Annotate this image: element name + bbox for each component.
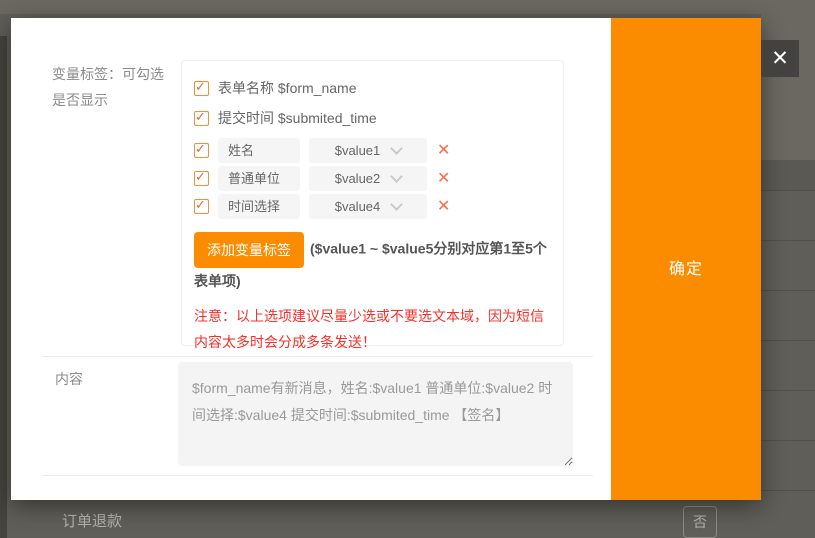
variable-select-value: $value4 <box>335 199 381 214</box>
sms-content-textarea[interactable]: $form_name有新消息，姓名:$value1 普通单位:$value2 时… <box>178 362 573 466</box>
variable-select[interactable]: $value2 <box>309 166 427 191</box>
background-header-strip <box>0 0 815 14</box>
background-table-row-line <box>761 290 815 291</box>
section-divider <box>42 356 593 357</box>
remove-icon[interactable]: ✕ <box>437 199 450 215</box>
field-name-box: 时间选择 <box>218 194 300 219</box>
background-sidebar-strip <box>0 36 7 538</box>
background-table-row-line <box>761 390 815 391</box>
sms-warning-text: 注意：以上选项建议尽量少选或不要选文本域，因为短信内容太多时会分成多条发送！ <box>194 303 549 355</box>
checkbox-field-2[interactable] <box>194 171 209 186</box>
variable-tags-label: 变量标签：可勾选是否显示 <box>52 61 167 113</box>
background-table-row-line <box>761 240 815 241</box>
background-table-row-shade <box>761 161 815 190</box>
checkbox-field-1[interactable] <box>194 143 209 158</box>
tag-row-submit-time: 提交时间 $submited_time <box>194 108 549 128</box>
tag-row-form-name: 表单名称 $form_name <box>194 78 549 98</box>
confirm-button[interactable]: 确定 <box>611 18 761 500</box>
chevron-down-icon <box>390 198 403 211</box>
sms-settings-dialog: 变量标签：可勾选是否显示 表单名称 $form_name 提交时间 $submi… <box>11 18 761 500</box>
tag-row-field-1: 姓名 $value1 ✕ <box>194 138 549 163</box>
screen: 订单退款 否 变量标签：可勾选是否显示 表单名称 $form_name 提交时间… <box>0 0 815 538</box>
checkbox-field-3[interactable] <box>194 199 209 214</box>
remove-icon[interactable]: ✕ <box>437 171 450 187</box>
variable-tags-panel: 表单名称 $form_name 提交时间 $submited_time 姓名 $… <box>181 60 564 346</box>
close-icon: ✕ <box>771 46 789 71</box>
variable-select-value: $value2 <box>335 171 381 186</box>
checkbox-submit-time[interactable] <box>194 111 209 126</box>
section-divider <box>42 475 593 476</box>
add-tag-row: 添加变量标签($value1 ~ $value5分别对应第1至5个表单项) <box>194 232 549 294</box>
tag-label: 提交时间 $submited_time <box>218 108 377 128</box>
chevron-down-icon <box>390 142 403 155</box>
background-table-row-line <box>761 440 815 441</box>
add-variable-tag-button[interactable]: 添加变量标签 <box>194 232 304 268</box>
background-table-row-line <box>761 490 815 491</box>
tag-label: 表单名称 $form_name <box>218 78 356 98</box>
variable-select-value: $value1 <box>335 143 381 158</box>
background-table-row-line <box>761 160 815 161</box>
content-label: 内容 <box>55 369 83 389</box>
background-table-row-line <box>761 340 815 341</box>
tag-row-field-3: 时间选择 $value4 ✕ <box>194 194 549 219</box>
close-button[interactable]: ✕ <box>761 40 799 77</box>
field-name-box: 姓名 <box>218 138 300 163</box>
field-name-box: 普通单位 <box>218 166 300 191</box>
background-no-button: 否 <box>683 506 717 538</box>
variable-select[interactable]: $value1 <box>309 138 427 163</box>
chevron-down-icon <box>390 170 403 183</box>
tag-row-field-2: 普通单位 $value2 ✕ <box>194 166 549 191</box>
confirm-button-label: 确定 <box>611 255 761 279</box>
checkbox-form-name[interactable] <box>194 81 209 96</box>
background-panel-area <box>761 14 815 161</box>
variable-select[interactable]: $value4 <box>309 194 427 219</box>
remove-icon[interactable]: ✕ <box>437 143 450 159</box>
background-table-row-line <box>761 190 815 191</box>
background-row-label: 订单退款 <box>62 510 122 531</box>
